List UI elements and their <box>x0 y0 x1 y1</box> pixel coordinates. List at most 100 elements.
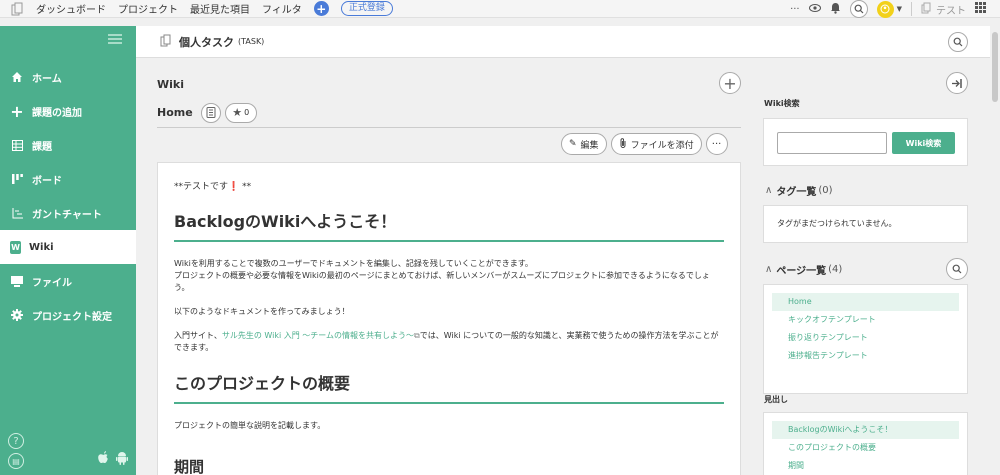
sidebar-item-board[interactable]: ボード <box>0 162 136 196</box>
space-name[interactable]: テスト <box>936 2 966 17</box>
star-count: 0 <box>244 108 250 117</box>
sidebar-item-project-settings[interactable]: プロジェクト設定 <box>0 298 136 332</box>
attach-label: ファイルを添付 <box>630 140 694 151</box>
tags-empty-text: タグがまだつけられていません。 <box>777 219 897 228</box>
android-icon[interactable] <box>116 451 128 469</box>
sidebar-item-label: プロジェクト設定 <box>32 311 112 323</box>
sidebar-item-wiki[interactable]: W Wiki <box>0 230 136 264</box>
paragraph: 以下のようなドキュメントを作ってみましょう！ <box>174 307 350 316</box>
nav-recent[interactable]: 最近見た項目 <box>190 1 250 16</box>
tags-label: タグ一覧 <box>776 187 817 198</box>
bell-icon[interactable] <box>830 2 841 17</box>
edit-button[interactable]: ✎ 編集 <box>561 133 607 155</box>
gantt-icon <box>10 206 24 220</box>
tags-panel: タグがまだつけられていません。 <box>763 205 968 243</box>
pages-count: (4) <box>828 264 843 275</box>
wiki-icon: W <box>10 240 21 254</box>
heading-link[interactable]: このプロジェクトの概要 <box>772 439 959 457</box>
sidebar-item-label: ガントチャート <box>32 209 102 221</box>
paragraph-text: プロジェクトの概要や必要な情報をWikiの最初のページにまとめておけば、新しいメ… <box>174 271 710 292</box>
project-search-icon[interactable] <box>948 32 968 52</box>
chat-icon[interactable]: ▤ <box>8 453 24 469</box>
page-link-home[interactable]: Home <box>772 293 959 311</box>
nav-dashboard[interactable]: ダッシュボード <box>36 1 106 16</box>
page-link-kickoff[interactable]: キックオフテンプレート <box>772 311 959 329</box>
wiki-page-name: Home <box>157 106 193 119</box>
sidebar-item-home[interactable]: ホーム <box>0 60 136 94</box>
wiki-search-label: Wiki検索 <box>764 99 800 108</box>
sidebar-item-add-issue[interactable]: + 課題の追加 <box>0 94 136 128</box>
heading-link[interactable]: 期間 <box>772 457 959 475</box>
add-page-button[interactable]: + <box>719 72 741 94</box>
tutorial-link[interactable]: サル先生の Wiki 入門 〜チームの情報を共有しよう〜 <box>222 331 414 340</box>
collapse-panel-icon[interactable] <box>946 72 968 94</box>
top-bar: ダッシュボード プロジェクト 最近見た項目 フィルタ + 正式登録 ··· ▼ … <box>0 0 1000 18</box>
register-button[interactable]: 正式登録 <box>340 1 393 16</box>
apple-icon[interactable] <box>98 451 110 469</box>
scrollbar-thumb[interactable] <box>992 32 998 102</box>
headings-panel: BacklogのWikiへようこそ！ このプロジェクトの概要 期間 <box>763 412 968 475</box>
add-plus-icon[interactable]: + <box>313 1 329 16</box>
sidebar: ホーム + 課題の追加 課題 ボード ガントチャート W Wiki ファイル プ… <box>0 26 136 475</box>
menu-hamburger-icon[interactable] <box>108 34 122 44</box>
wiki-actions: ✎ 編集 ファイルを添付 ··· <box>561 133 728 155</box>
help-icon[interactable]: ? <box>8 433 24 449</box>
board-icon <box>10 172 24 186</box>
sidebar-item-gantt[interactable]: ガントチャート <box>0 196 136 230</box>
content-text: ** <box>239 182 252 192</box>
app-links <box>98 451 128 469</box>
avatar[interactable] <box>876 0 894 18</box>
page-title: Wiki <box>157 78 184 91</box>
pages-label: ページ一覧 <box>776 266 827 277</box>
heading-link[interactable]: BacklogのWikiへようこそ！ <box>772 421 959 439</box>
page-link-retro[interactable]: 振り返りテンプレート <box>772 329 959 347</box>
search-icon[interactable] <box>849 0 868 18</box>
paragraph-text: 入門サイト、 <box>174 331 222 340</box>
pencil-icon: ✎ <box>569 139 577 149</box>
divider <box>911 2 912 16</box>
nav-filter[interactable]: フィルタ <box>262 1 302 16</box>
attach-file-button[interactable]: ファイルを添付 <box>610 133 702 155</box>
wiki-page-header: Home ★ 0 <box>157 98 741 128</box>
page-search-icon[interactable] <box>946 258 968 280</box>
page-scrollbar[interactable] <box>990 26 1000 475</box>
wiki-search-panel: Wiki検索 <box>763 118 968 166</box>
paragraph: Wikiを利用することで複数のユーザーでドキュメントを編集し、記録を残していくこ… <box>174 258 724 294</box>
history-icon[interactable] <box>200 102 221 123</box>
project-name[interactable]: 個人タスク <box>179 34 234 50</box>
sidebar-item-files[interactable]: ファイル <box>0 264 136 298</box>
home-icon <box>10 70 24 84</box>
more-actions-button[interactable]: ··· <box>705 133 728 155</box>
chevron-up-icon: ∧ <box>765 185 773 196</box>
content-text: **テストです <box>174 182 229 192</box>
headings-label: 見出し <box>764 395 788 404</box>
pages-header[interactable]: ∧ ページ一覧 (4) <box>765 262 842 277</box>
edit-label: 編集 <box>580 140 599 151</box>
space-logo-icon <box>921 2 931 17</box>
wiki-search-button[interactable]: Wiki検索 <box>892 132 955 154</box>
wiki-content: **テストです❗ ** BacklogのWikiへようこそ！ Wikiを利用する… <box>157 162 741 475</box>
nav-projects[interactable]: プロジェクト <box>118 1 178 16</box>
watch-eye-icon[interactable] <box>808 3 821 15</box>
backlog-logo-icon[interactable] <box>8 0 26 18</box>
tags-count: (0) <box>818 185 833 196</box>
sidebar-item-label: Wiki <box>29 241 54 253</box>
page-link-progress[interactable]: 進捗報告テンプレート <box>772 347 959 365</box>
chevron-down-icon[interactable]: ▼ <box>897 5 902 13</box>
list-icon <box>10 138 24 152</box>
paragraph: 入門サイト、サル先生の Wiki 入門 〜チームの情報を共有しよう〜⧉では、Wi… <box>174 330 724 354</box>
sidebar-item-issues[interactable]: 課題 <box>0 128 136 162</box>
more-menu-icon[interactable]: ··· <box>790 4 800 15</box>
tags-header[interactable]: ∧ タグ一覧 (0) <box>765 183 833 198</box>
wiki-search-input[interactable] <box>777 132 887 154</box>
apps-grid-icon[interactable] <box>975 2 986 16</box>
chevron-up-icon: ∧ <box>765 264 773 275</box>
folder-icon <box>10 274 24 288</box>
sidebar-item-label: 課題の追加 <box>32 107 82 119</box>
content-line: **テストです❗ ** <box>174 179 724 192</box>
top-bar-right: ··· ▼ テスト <box>790 0 986 18</box>
star-button[interactable]: ★ 0 <box>224 102 257 123</box>
heading-period: 期間 <box>174 458 205 475</box>
sidebar-footer: ? ▤ <box>8 433 132 469</box>
star-icon: ★ <box>232 106 243 119</box>
